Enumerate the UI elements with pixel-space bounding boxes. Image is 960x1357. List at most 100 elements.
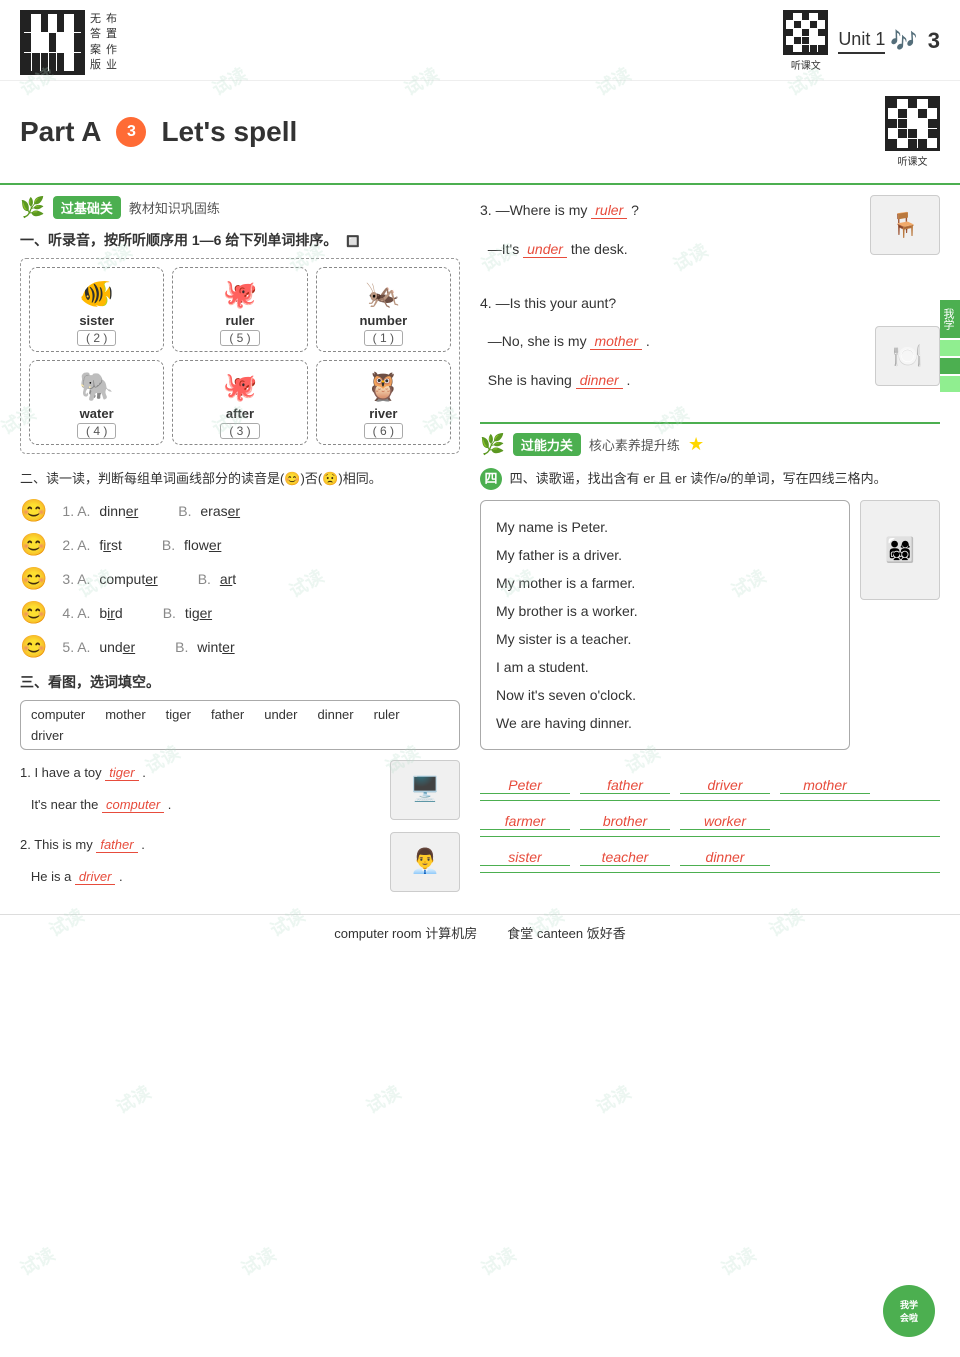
number-number: ( 1 ) [364, 330, 403, 346]
answer-driver: driver [75, 869, 116, 885]
lets-spell-title: Let's spell [161, 116, 297, 148]
fill-sentence-2a: 2. This is my father . [20, 832, 380, 858]
page-header: 无 答 案 版 布 置 作 业 [0, 0, 960, 81]
word-bank: computer mother tiger father under dinne… [20, 700, 460, 750]
answer-ruler: ruler [591, 202, 627, 219]
bank-word-computer: computer [31, 707, 85, 722]
bank-word-under: under [264, 707, 297, 722]
river-icon: 🦉 [366, 366, 401, 406]
answer-tiger: tiger [105, 765, 138, 781]
label-answer: 答 [90, 27, 101, 42]
label-bu: 布 [106, 12, 117, 27]
section2-icon: 🌿 [480, 432, 505, 457]
q4-sentence-c: She is having dinner . [480, 365, 865, 396]
label-case: 案 [90, 43, 101, 58]
section-divider [480, 422, 940, 424]
right-task-3: 3. —Where is my ruler ? —It's under the … [480, 195, 940, 404]
writing-word-father: father [580, 777, 670, 794]
phonics-item-4: 😊 4. A. bird B. tiger [20, 600, 460, 626]
fill-sentence-2b: He is a driver . [20, 864, 380, 890]
smiley-4: 😊 [20, 600, 47, 626]
writing-word-mother: mother [780, 777, 870, 794]
phonics-item-2: 😊 2. A. first B. flower [20, 532, 460, 558]
poem-box: My name is Peter. My father is a driver.… [480, 500, 850, 750]
writing-row-3: sister teacher dinner [480, 849, 940, 873]
phonics-words-4: 4. A. bird B. tiger [62, 605, 212, 621]
q3-sentence-a: 3. —Where is my ruler ? [480, 195, 860, 226]
image-driver: 👨‍💼 [390, 832, 460, 892]
word-water: water [80, 406, 114, 421]
writing-word-worker: worker [680, 813, 770, 830]
answer-mother: mother [590, 333, 642, 350]
unit-icon: 🎶 [890, 28, 917, 54]
section2-header: 🌿 过能力关 核心素养提升练 ★ [480, 432, 940, 457]
page-number: 3 [928, 28, 940, 54]
poem-line-7: Now it's seven o'clock. [496, 681, 834, 709]
fill-sentence-1b: It's near the computer . [20, 792, 380, 818]
bank-word-tiger: tiger [166, 707, 191, 722]
left-column: 🌿 过基础关 教材知识巩固练 一、听录音，按所听顺序用 1—6 给下列单词排序。… [20, 195, 460, 904]
star-icon: ★ [688, 434, 704, 455]
phonics-item-3: 😊 3. A. computer B. art [20, 566, 460, 592]
word-box-after: 🐙 after ( 3 ) [172, 360, 307, 445]
writing-word-farmer: farmer [480, 813, 570, 830]
tab-empty3 [940, 376, 960, 392]
phonics-item-5: 😊 5. A. under B. winter [20, 634, 460, 660]
poem-line-8: We are having dinner. [496, 709, 834, 737]
section1-icon: 🌿 [20, 195, 45, 220]
smiley-1: 😊 [20, 498, 47, 524]
tab-empty1 [940, 340, 960, 356]
footer-item2: 食堂 canteen 饭好香 [507, 923, 626, 942]
smiley-2: 😊 [20, 532, 47, 558]
ruler-icon: 🐙 [223, 273, 258, 313]
water-icon: 🐘 [79, 366, 114, 406]
footer-item1: computer room 计算机房 [334, 923, 477, 942]
main-content: 🌿 过基础关 教材知识巩固练 一、听录音，按所听顺序用 1—6 给下列单词排序。… [0, 185, 960, 914]
listen-label: 听课文 [791, 57, 821, 72]
page-footer: computer room 计算机房 食堂 canteen 饭好香 [0, 914, 960, 950]
writing-word-peter: Peter [480, 777, 570, 794]
task2-label: 二、读一读，判断每组单词画线部分的读音是(😊)否(😟)相同。 [20, 469, 460, 490]
writing-row-2: farmer brother worker [480, 813, 940, 837]
phonics-words-3: 3. A. computer B. art [62, 571, 236, 587]
task1-label: 一、听录音，按所听顺序用 1—6 给下列单词排序。 🔲 [20, 230, 460, 250]
phonics-item-1: 😊 1. A. dinner B. eraser [20, 498, 460, 524]
q4-sentence-a: 4. —Is this your aunt? [480, 288, 940, 319]
river-number: ( 6 ) [364, 423, 403, 439]
poem-line-5: My sister is a teacher. [496, 625, 834, 653]
word-box-river: 🦉 river ( 6 ) [316, 360, 451, 445]
task3-label: 三、看图，选词填空。 [20, 672, 460, 692]
section2-subtitle: 核心素养提升练 [589, 435, 680, 454]
poem-line-2: My father is a driver. [496, 541, 834, 569]
image-desk: 🪑 [870, 195, 940, 255]
task4-num: 四 [480, 468, 502, 490]
tab-empty2 [940, 358, 960, 374]
answer-dinner: dinner [576, 372, 623, 389]
poem-line-6: I am a student. [496, 653, 834, 681]
sister-number: ( 2 ) [77, 330, 116, 346]
phonics-words-2: 2. A. first B. flower [62, 537, 221, 553]
family-image: 👨‍👩‍👧‍👦 [860, 500, 940, 600]
poem-line-4: My brother is a worker. [496, 597, 834, 625]
word-number: number [359, 313, 407, 328]
word-sister: sister [79, 313, 114, 328]
label-no-answer: 无 [90, 12, 101, 27]
image-dinner: 🍽️ [875, 326, 940, 386]
label-zhi: 置 [106, 27, 117, 42]
section1-badge: 过基础关 [53, 196, 121, 219]
label-version: 版 [90, 58, 101, 73]
word-box-number: 🦗 number ( 1 ) [316, 267, 451, 352]
task4: 四 四、读歌谣，找出含有 er 且 er 读作/ə/的单词，写在四线三格内。 M… [480, 467, 940, 873]
poem-line-1: My name is Peter. [496, 513, 834, 541]
writing-word-sister: sister [480, 849, 570, 866]
label-zuo: 作 [106, 43, 117, 58]
after-icon: 🐙 [223, 366, 258, 406]
section1-header: 🌿 过基础关 教材知识巩固练 [20, 195, 460, 220]
smiley-5: 😊 [20, 634, 47, 660]
word-after: after [226, 406, 254, 421]
section2-badge: 过能力关 [513, 433, 581, 456]
fill-sentence-1a: 1. I have a toy tiger . [20, 760, 380, 786]
part-number-circle: 3 [116, 117, 146, 147]
bank-word-mother: mother [105, 707, 145, 722]
image-computer: 🖥️ [390, 760, 460, 820]
